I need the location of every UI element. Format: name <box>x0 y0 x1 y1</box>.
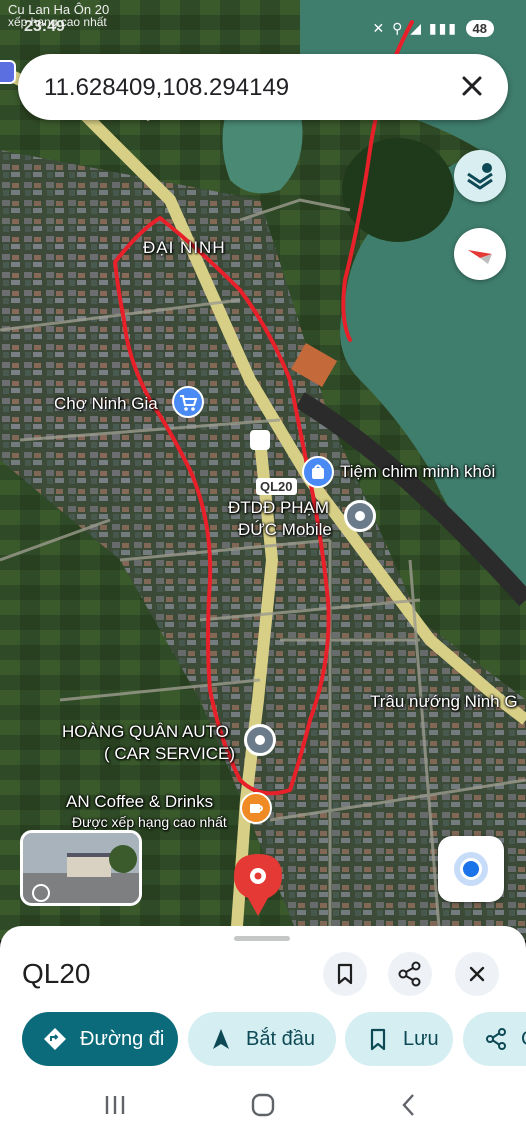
phone-shop-pin[interactable] <box>344 500 376 532</box>
bird-shop-pin[interactable] <box>302 456 334 488</box>
action-chips: Đường đi Bắt đầu Lưu C <box>0 1012 526 1068</box>
bus-stop-icon[interactable] <box>250 430 270 450</box>
directions-button[interactable]: Đường đi <box>22 1012 178 1066</box>
share-icon <box>486 1028 506 1050</box>
phone-shop-label-line1[interactable]: ĐTDĐ PHẠM <box>228 498 329 518</box>
bookmark-icon <box>337 963 353 985</box>
save-button[interactable]: Lưu <box>345 1012 453 1066</box>
market-pin[interactable] <box>172 386 204 418</box>
satellite-map[interactable]: Cu Lan Ha Ôn 20 xếp hạng cao nhất 23:49 … <box>0 0 526 940</box>
share-icon-button[interactable] <box>388 952 432 996</box>
directions-icon <box>44 1028 66 1050</box>
my-location-icon <box>460 858 482 880</box>
road-shield-ql20: QL20 <box>256 478 297 495</box>
status-icons: ✕ ⚲ ◢ ▮▮▮ <box>372 20 458 36</box>
recent-apps-icon[interactable] <box>102 1090 128 1120</box>
share-button[interactable]: C <box>463 1012 526 1066</box>
phone-shop-label-line2[interactable]: ĐỨC Mobile <box>238 520 332 540</box>
back-icon[interactable] <box>396 1090 422 1120</box>
home-icon[interactable] <box>248 1090 278 1120</box>
save-icon-button[interactable] <box>323 952 367 996</box>
battery-badge: 48 <box>465 20 494 37</box>
coffee-pin[interactable] <box>240 792 272 824</box>
system-nav-bar <box>0 1070 526 1139</box>
compass-icon <box>468 250 492 264</box>
directions-label: Đường đi <box>80 1027 165 1050</box>
account-avatar[interactable] <box>0 60 16 84</box>
auto-label-line2[interactable]: ( CAR SERVICE) <box>104 744 235 764</box>
layers-button[interactable] <box>454 150 506 202</box>
save-label: Lưu <box>403 1027 439 1050</box>
place-dot-icon <box>355 511 365 521</box>
street-view-image <box>23 833 139 903</box>
red-place-pin-icon[interactable] <box>230 848 286 918</box>
bookmark-icon <box>370 1028 386 1051</box>
layers-icon <box>467 163 493 190</box>
share-label: C <box>521 1028 526 1051</box>
status-bar: Cu Lan Ha Ôn 20 xếp hạng cao nhất 23:49 … <box>0 2 526 44</box>
auto-pin[interactable] <box>244 724 276 756</box>
my-location-button[interactable] <box>438 836 504 902</box>
navigation-arrow-icon <box>213 1029 229 1049</box>
close-sheet-button[interactable] <box>455 952 499 996</box>
coffee-label[interactable]: AN Coffee & Drinks <box>66 792 213 812</box>
auto-label-line1[interactable]: HOÀNG QUÂN AUTO <box>62 722 229 742</box>
bird-shop-label[interactable]: Tiệm chim minh khôi <box>340 462 495 482</box>
status-time: 23:49 <box>24 18 65 35</box>
start-label: Bắt đầu <box>246 1027 315 1050</box>
close-icon <box>469 966 485 982</box>
compass-button[interactable] <box>454 228 506 280</box>
area-label: ĐẠI NINH <box>143 238 226 257</box>
search-query[interactable]: 11.628409,108.294149 <box>44 74 289 102</box>
sheet-drag-handle[interactable] <box>234 936 290 941</box>
place-name: QL20 <box>22 958 91 989</box>
shopping-cart-icon <box>180 395 198 411</box>
grill-label[interactable]: Trâu nướng Ninh G <box>370 692 518 712</box>
start-button[interactable]: Bắt đầu <box>188 1012 336 1066</box>
shopping-bag-icon <box>312 464 324 479</box>
street-view-thumbnail[interactable] <box>20 830 142 906</box>
share-icon <box>398 961 421 987</box>
coffee-sublabel: Được xếp hạng cao nhất <box>72 814 227 830</box>
place-dot-icon <box>255 735 265 745</box>
market-label[interactable]: Chợ Ninh Gia <box>54 394 158 414</box>
close-icon[interactable] <box>456 70 488 102</box>
coffee-cup-icon <box>250 804 263 813</box>
search-bar[interactable]: 11.628409,108.294149 <box>18 54 508 120</box>
